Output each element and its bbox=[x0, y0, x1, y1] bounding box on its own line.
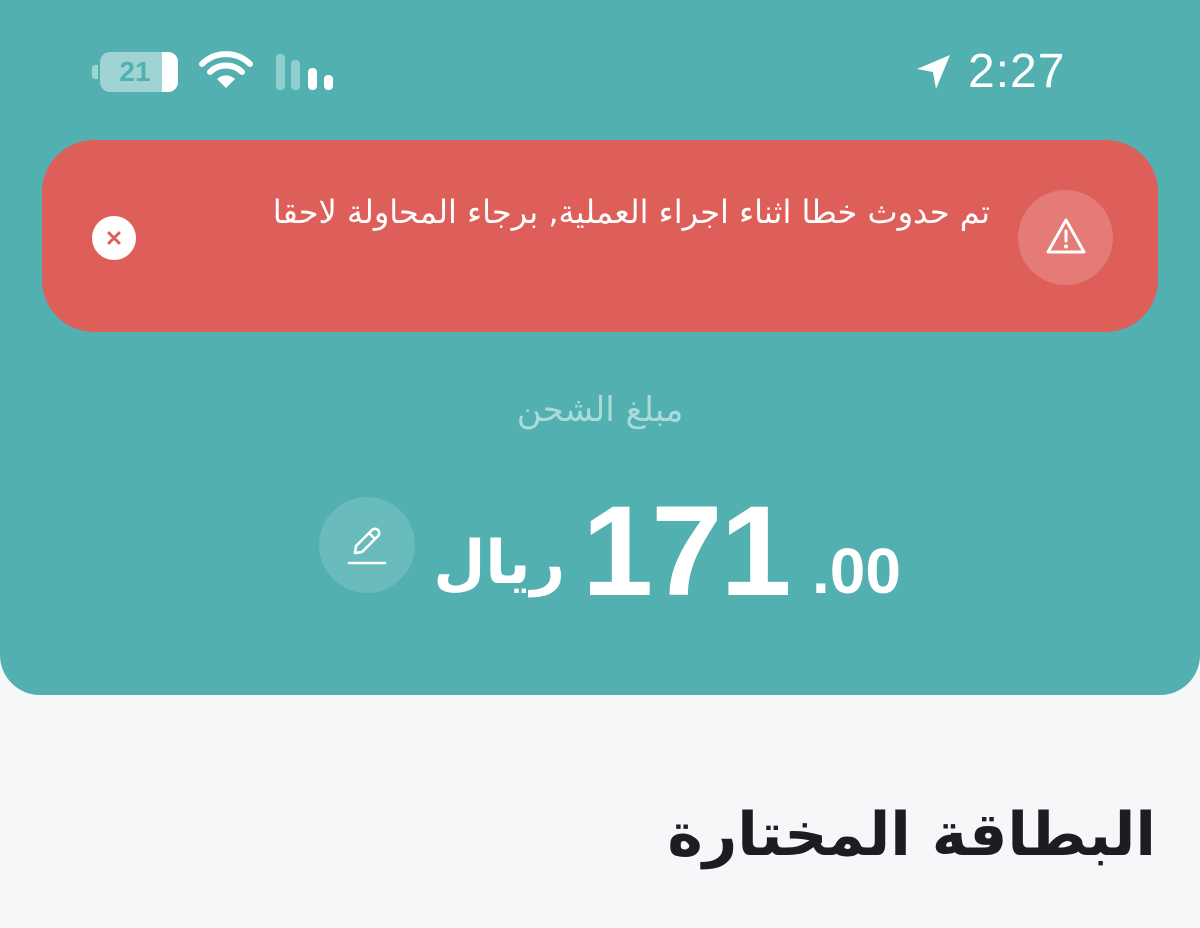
status-time: 2:27 bbox=[968, 45, 1066, 98]
charge-amount-decimal: .00 bbox=[812, 535, 901, 607]
location-arrow-icon bbox=[914, 52, 954, 96]
charge-amount-integer: 171 bbox=[582, 480, 792, 623]
top-header: 21 2:27 تم حدوث خطا اثناء اجراء العملية,… bbox=[0, 0, 1200, 695]
pencil-edit-icon[interactable] bbox=[319, 497, 415, 593]
currency-label: ريال bbox=[433, 528, 565, 598]
selected-card-title: البطاقة المختارة bbox=[667, 800, 1156, 870]
error-message: تم حدوث خطا اثناء اجراء العملية, برجاء ا… bbox=[272, 193, 990, 231]
battery-level: 21 bbox=[119, 56, 151, 87]
cellular-signal-icon bbox=[276, 54, 338, 90]
warning-triangle-icon bbox=[1018, 190, 1113, 285]
close-icon[interactable] bbox=[92, 216, 136, 260]
error-banner: تم حدوث خطا اثناء اجراء العملية, برجاء ا… bbox=[42, 140, 1158, 332]
charge-amount-label: مبلغ الشحن bbox=[516, 390, 684, 430]
battery-indicator: 21 bbox=[92, 52, 178, 92]
wifi-icon bbox=[198, 50, 254, 94]
